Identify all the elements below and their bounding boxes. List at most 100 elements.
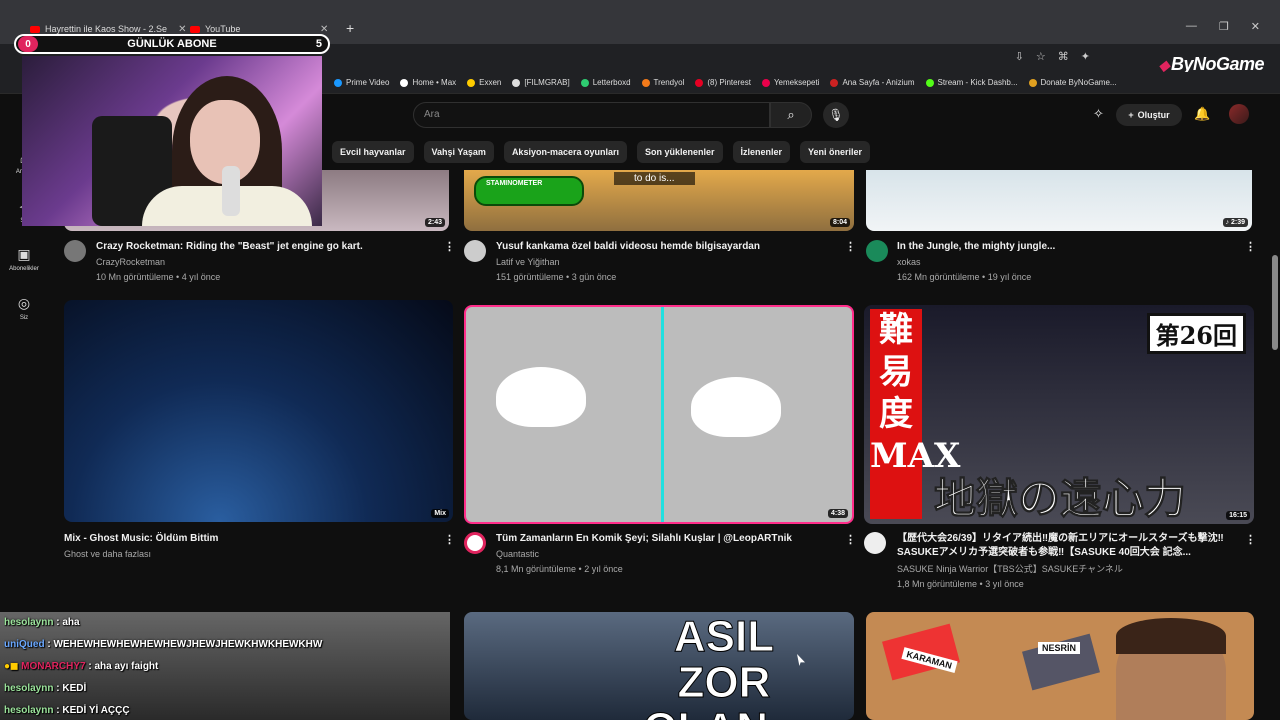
bookmark-item[interactable]: Exxen <box>467 78 501 87</box>
channel-name[interactable]: SASUKE Ninja Warrior【TBS公式】SASUKEチャンネル <box>897 562 1123 576</box>
bookmark-star-icon[interactable]: ☆ <box>1036 50 1046 63</box>
video-thumbnail[interactable]: ♪ 2:39 <box>866 170 1252 231</box>
staminometer: STAMINOMETER <box>474 176 584 206</box>
prime-video-icon <box>334 78 342 87</box>
yemeksepeti-icon <box>761 78 770 87</box>
webcam-overlay <box>22 56 322 226</box>
video-title[interactable]: 【歴代大会26/39】リタイア続出‼魔の新エリアにオールスターズも撃沈‼SASU… <box>897 532 1242 560</box>
chat-message: hesolaynn : KEDİ Yİ AÇÇÇ <box>4 705 130 716</box>
channel-name[interactable]: Quantastic <box>496 547 539 561</box>
channel-avatar[interactable] <box>866 240 888 262</box>
channel-avatar[interactable] <box>864 532 886 554</box>
max-icon <box>400 78 409 87</box>
maximize-icon[interactable]: ❐ <box>1219 20 1229 33</box>
chip-pets[interactable]: Evcil hayvanlar <box>332 141 414 163</box>
new-tab-icon[interactable]: + <box>346 20 354 36</box>
plus-icon: + <box>1128 110 1134 120</box>
install-icon[interactable]: ⇩ <box>1015 50 1024 63</box>
chip-watched[interactable]: İzlenenler <box>732 141 791 163</box>
create-button[interactable]: + Oluştur <box>1116 104 1182 126</box>
mic-icon: 🎙 <box>828 108 844 122</box>
extension-icon[interactable]: ✦ <box>1081 50 1090 63</box>
bookmark-item[interactable]: [FILMGRAB] <box>512 78 570 87</box>
sidebar-item-you[interactable]: ◎ Siz <box>0 295 48 321</box>
close-tab-icon[interactable]: ✕ <box>178 24 186 35</box>
channel-avatar[interactable] <box>464 532 486 554</box>
tab-label: Hayrettin ile Kaos Show - 2.Se <box>45 24 168 34</box>
sub-count-left: 0 <box>18 36 38 52</box>
voice-search-button[interactable]: 🎙 <box>823 102 849 128</box>
avatar[interactable] <box>1229 104 1249 124</box>
subscriptions-icon: ▣ <box>17 246 31 262</box>
video-meta: 8,1 Mn görüntüleme • 2 yıl önce <box>496 564 623 574</box>
video-caption: to do is... <box>614 172 695 185</box>
chat-message: uniQued : WEHEWHEWHEWHEWHEWJHEWJHEWKHWKH… <box>4 639 323 650</box>
filter-chips: Evcil hayvanlar Vahşi Yaşam Aksiyon-mace… <box>332 141 871 163</box>
video-thumbnail[interactable]: 4:38 <box>464 305 854 524</box>
more-options-icon[interactable]: ⋮ <box>444 240 455 253</box>
search-button[interactable]: ⌕ <box>770 102 812 128</box>
more-options-icon[interactable]: ⋮ <box>1245 240 1256 253</box>
chip-action-adventure[interactable]: Aksiyon-macera oyunları <box>503 141 627 163</box>
thumbnail-bottom-text: 地獄の遠心力 <box>933 474 1187 524</box>
close-tab-icon[interactable]: ✕ <box>320 24 328 35</box>
mix-badge: Mix <box>431 509 449 518</box>
bookmark-item[interactable]: Trendyol <box>641 78 684 87</box>
video-title[interactable]: Yusuf kankama özel baldi videosu hemde b… <box>496 240 836 254</box>
filmgrab-icon <box>512 78 521 87</box>
video-title[interactable]: In the Jungle, the mighty jungle... <box>897 240 1227 254</box>
scrollbar[interactable] <box>1272 255 1278 350</box>
channel-avatar[interactable] <box>64 240 86 262</box>
bookmark-item[interactable]: Prime Video <box>334 78 389 87</box>
close-window-icon[interactable]: ✕ <box>1251 20 1260 33</box>
youtube-favicon-icon <box>30 25 40 33</box>
bookmark-item[interactable]: Yemeksepeti <box>761 78 819 87</box>
exxen-icon <box>467 78 476 87</box>
channel-name[interactable]: Ghost ve daha fazlası <box>64 547 151 561</box>
translate-icon[interactable]: ⌘ <box>1058 50 1069 63</box>
badge-icon: ●◼ <box>4 661 19 672</box>
bynogame-icon <box>1028 78 1037 87</box>
channel-name[interactable]: Latif ve Yiğithan <box>496 255 560 269</box>
video-thumbnail[interactable]: 難易度MAX 第26回 地獄の遠心力 16:15 <box>864 305 1254 524</box>
more-options-icon[interactable]: ⋮ <box>845 240 856 253</box>
stream-chat: hesolaynn : aha uniQued : WEHEWHEWHEWHEW… <box>4 612 464 720</box>
video-title[interactable]: Crazy Rocketman: Riding the "Beast" jet … <box>96 240 436 254</box>
bookmark-item[interactable]: Ana Sayfa - Anizium <box>830 78 915 87</box>
bookmark-item[interactable]: Donate ByNoGame... <box>1028 78 1117 87</box>
bookmark-item[interactable]: Letterboxd <box>580 78 631 87</box>
more-options-icon[interactable]: ⋮ <box>845 533 856 546</box>
search-input[interactable]: Ara <box>413 102 770 128</box>
chip-recently-uploaded[interactable]: Son yüklenenler <box>636 141 723 163</box>
video-thumbnail[interactable]: Mix <box>64 300 453 522</box>
more-options-icon[interactable]: ⋮ <box>1245 533 1256 546</box>
chip-new-to-you[interactable]: Yeni öneriler <box>800 141 871 163</box>
gemini-icon[interactable]: ✧ <box>1093 106 1104 122</box>
bookmark-item[interactable]: (8) Pinterest <box>695 78 751 87</box>
channel-avatar[interactable] <box>464 240 486 262</box>
video-meta: 1,8 Mn görüntüleme • 3 yıl önce <box>897 579 1024 589</box>
thumbnail-tag: 第26回 <box>1146 313 1246 354</box>
more-options-icon[interactable]: ⋮ <box>444 533 455 546</box>
video-title[interactable]: Mix - Ghost Music: Öldüm Bittim <box>64 532 434 546</box>
sub-label: GÜNLÜK ABONE <box>127 38 217 50</box>
video-thumbnail[interactable]: ASIL ZOR OLAN... <box>464 612 854 720</box>
channel-name[interactable]: xokas <box>897 255 921 269</box>
thumbnail-big-text: ASIL ZOR OLAN... <box>643 612 805 720</box>
video-title[interactable]: Tüm Zamanların En Komik Şeyi; Silahlı Ku… <box>496 532 836 546</box>
thumbnail-label: NESRİN <box>1038 642 1081 654</box>
video-thumbnail[interactable]: STAMINOMETER to do is... 8:04 <box>464 170 854 231</box>
channel-name[interactable]: CrazyRocketman <box>96 255 165 269</box>
anizium-icon <box>830 78 839 87</box>
duck-image <box>691 377 781 437</box>
microphone-icon <box>222 166 240 216</box>
bookmark-item[interactable]: Stream - Kick Dashb... <box>925 78 1018 87</box>
chip-wildlife[interactable]: Vahşi Yaşam <box>423 141 494 163</box>
sidebar-item-subscriptions[interactable]: ▣ Abonelikler <box>0 246 48 272</box>
bookmark-item[interactable]: Home • Max <box>400 78 456 87</box>
chat-message: ●◼ MONARCHY7 : aha ayı faight <box>4 661 159 672</box>
bell-icon[interactable]: 🔔 <box>1194 106 1210 122</box>
minimize-icon[interactable]: — <box>1186 20 1197 33</box>
video-thumbnail[interactable]: KARAMAN NESRİN <box>866 612 1254 720</box>
chat-message: hesolaynn : KEDİ <box>4 683 87 694</box>
